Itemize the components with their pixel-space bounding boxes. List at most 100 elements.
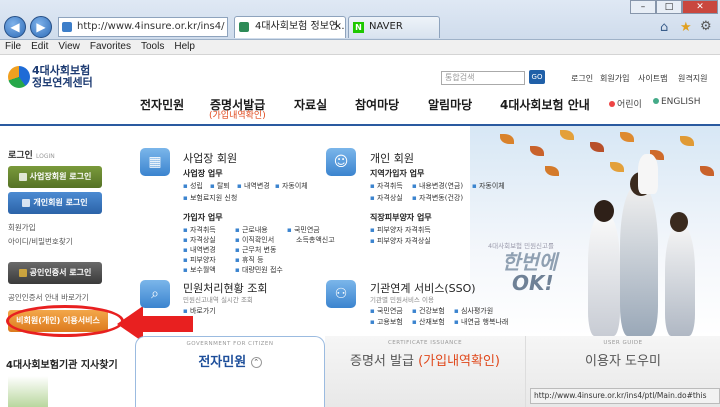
sub-income-report[interactable]: 소득총액신고 [296,235,335,245]
nav-notice[interactable]: 알림마당 [428,96,472,113]
site-logo-icon[interactable] [8,66,30,88]
tab-naver[interactable]: N NAVER [348,16,440,38]
search-go-button[interactable]: GO [529,70,545,84]
dep-acquire[interactable]: 피부양자 자격취득 [370,225,431,235]
sub-separation-cert[interactable]: 이직확인서 [235,235,274,245]
nav-archive[interactable]: 자료실 [294,96,327,113]
sub-national-pension[interactable]: 국민연금 [287,225,320,235]
status-lookup-link[interactable]: 바로가기 [183,306,216,316]
tab-4insure[interactable]: 4대사회보험 정보연... × [234,16,346,38]
reg-autopay[interactable]: 자동이체 [472,181,505,191]
sitemap-link[interactable]: 사이트맵 [638,73,667,84]
lock-icon [18,268,27,277]
reg-acquire[interactable]: 자격취득 [370,181,403,191]
join-link[interactable]: 회원가입 [8,222,36,233]
menu-favorites[interactable]: Favorites [85,40,136,53]
biz-premium-support[interactable]: 보험료지원 신청 [183,193,237,203]
menu-edit[interactable]: Edit [26,40,53,53]
tab-certificate-caption: CERTIFICATE ISSUANCE [387,340,463,346]
sub-acquire[interactable]: 자격취득 [183,225,216,235]
biz-change[interactable]: 내역변경 [237,181,270,191]
favorites-star-icon[interactable]: ★ [680,20,692,35]
sso-national-pension[interactable]: 국민연금 [370,306,403,316]
tab-e-civil[interactable]: GOVERNMENT FOR CITIZEN 전자민원 ⌃ [135,336,325,407]
login-link[interactable]: 로그인 [571,73,593,84]
agency-branch-finder[interactable]: 4대사회보험기관 지사찾기 [6,356,118,371]
sso-pension-happiness[interactable]: 내연금 행복나래 [454,317,508,327]
certificate-guide-link[interactable]: 공인인증서 안내 바로가기 [8,292,89,303]
network-icon: ⚇ [326,280,356,308]
menu-view[interactable]: View [53,40,85,53]
back-button[interactable]: ◀ [4,16,26,38]
sub-loss[interactable]: 자격상실 [183,235,216,245]
sub-work-content[interactable]: 근로내용 [235,225,268,235]
remote-support-link[interactable]: 원격지원 [678,73,707,84]
dep-loss[interactable]: 피부양자 자격상실 [370,236,431,246]
site-logo[interactable]: 4대사회보험 정보연계센터 [32,65,93,89]
biz-withdraw[interactable]: 탈퇴 [210,181,230,191]
tab-certificate[interactable]: CERTIFICATE ISSUANCE 증명서 발급 (가입내역확인) [325,336,525,407]
find-id-password-link[interactable]: 아이디/비밀번호찾기 [8,236,73,247]
reg-change-pension[interactable]: 내용변경(연금) [412,181,463,191]
address-bar[interactable]: http://www.4insure.or.kr/ins4/ [58,17,228,37]
sso-health-insurance[interactable]: 건강보험 [412,306,445,316]
sso-hira[interactable]: 심사평가원 [454,306,493,316]
slogan-line2: OK! [512,271,554,295]
subscriber-tasks-title: 가입자 업무 [183,213,223,222]
business-member-title[interactable]: 사업장 회원 [183,150,237,166]
map-thumbnail [8,376,48,407]
forward-button[interactable]: ▶ [30,16,52,38]
site-favicon-icon [239,22,249,32]
sub-workplace-change[interactable]: 근무처 변동 [235,245,276,255]
sub-change[interactable]: 내역변경 [183,245,216,255]
tab-label: 4대사회보험 정보연... [255,21,346,32]
business-login-button[interactable]: 사업장회원 로그인 [8,166,102,188]
maximize-button[interactable]: □ [656,0,682,14]
regional-tasks-title: 지역가입자 업무 [370,169,425,178]
magnifier-icon: ⌕ [140,280,170,308]
sub-bulk-submit[interactable]: 대량민원 접수 [235,265,283,275]
gear-icon[interactable]: ⚙ [700,19,712,34]
business-tasks-title: 사업장 업무 [183,169,223,178]
status-bar-url: http://www.4insure.or.kr/ins4/ptl/Main.d… [530,388,720,404]
reg-loss[interactable]: 자격상실 [370,193,403,203]
menu-help[interactable]: Help [169,40,200,53]
nav-participation[interactable]: 참여마당 [355,96,399,113]
personal-login-button[interactable]: 개인회원 로그인 [8,192,102,214]
business-member-icon: ▦ [140,148,170,176]
tab-e-civil-caption: GOVERNMENT FOR CITIZEN [186,341,274,347]
kids-dot-icon [609,101,615,107]
sub-leave[interactable]: 휴직 등 [235,255,264,265]
nav-certificate-sub[interactable]: (가입내역확인) [209,108,266,121]
close-window-button[interactable]: ✕ [682,0,718,14]
sso-employment[interactable]: 고용보험 [370,317,403,327]
browser-toolbar: ◀ ▶ http://www.4insure.or.kr/ins4/ 4대사회보… [0,0,720,40]
reg-change-health[interactable]: 자격변동(건강) [412,193,463,203]
kids-label: 어린이 [617,100,642,110]
sub-monthly-pay[interactable]: 보수월액 [183,265,216,275]
nav-insurance-guide[interactable]: 4대사회보험 안내 [500,96,590,113]
menu-file[interactable]: File [0,40,26,53]
home-icon[interactable]: ⌂ [660,20,668,35]
naver-icon: N [353,22,364,33]
sub-dependent[interactable]: 피부양자 [183,255,216,265]
sso-industrial[interactable]: 산재보험 [412,317,445,327]
tab-user-guide-caption: USER GUIDE [603,340,643,346]
english-label: ENGLISH [661,97,701,107]
biz-establish[interactable]: 성립 [183,181,203,191]
search-input[interactable]: 통합검색 [441,71,525,85]
english-link[interactable]: ENGLISH [653,97,701,107]
join-link[interactable]: 회원가입 [600,73,629,84]
person-icon [22,198,31,207]
menu-bar: File Edit View Favorites Tools Help [0,40,720,55]
tab-e-civil-label: 전자민원 ⌃ [136,351,324,370]
nav-e-civil[interactable]: 전자민원 [140,96,184,113]
menu-tools[interactable]: Tools [136,40,169,53]
sso-caption: 기관별 민원서비스 이용 [370,296,434,304]
personal-member-title[interactable]: 개인 회원 [370,150,414,166]
biz-autopay[interactable]: 자동이체 [275,181,308,191]
close-tab-icon[interactable]: × [334,17,342,37]
kids-link[interactable]: 어린이 [609,97,642,110]
certificate-login-button[interactable]: 공인인증서 로그인 [8,262,102,284]
minimize-button[interactable]: – [630,0,656,14]
